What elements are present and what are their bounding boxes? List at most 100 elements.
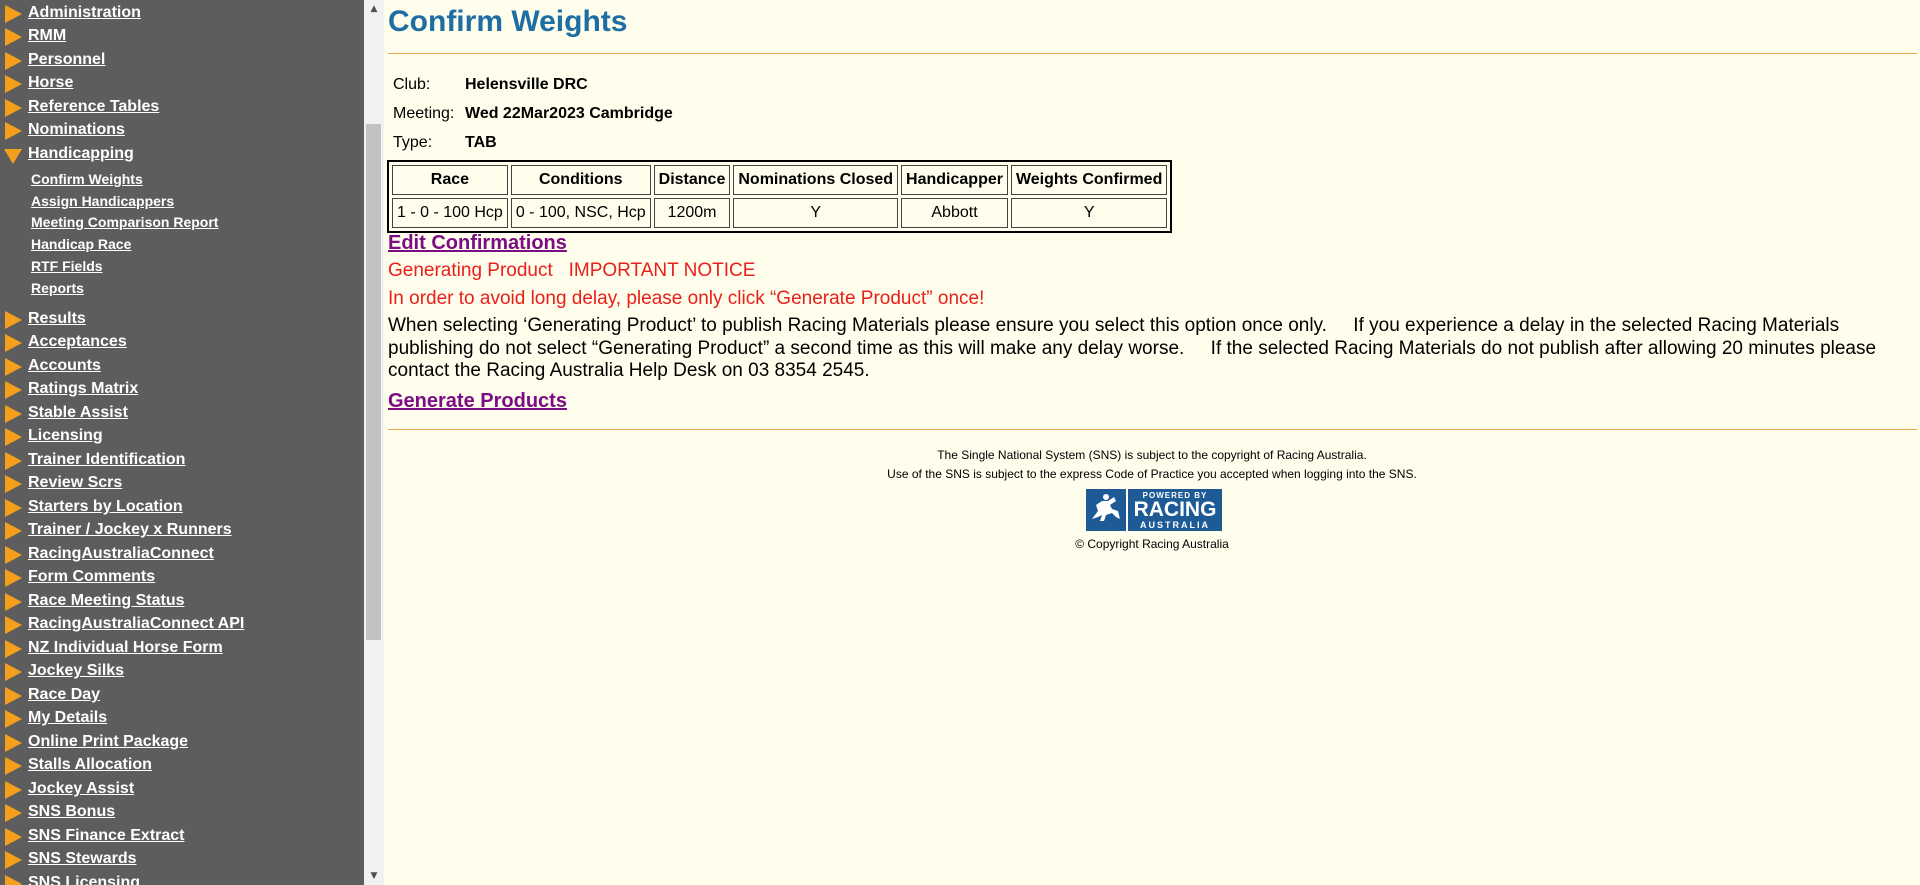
sidebar-item-label[interactable]: My Details [28, 709, 107, 727]
sidebar-item-label[interactable]: Jockey Silks [28, 662, 124, 680]
sidebar-item-label[interactable]: Trainer / Jockey x Runners [28, 521, 232, 539]
notice-warning: In order to avoid long delay, please onl… [388, 288, 985, 309]
table-cell: 1200m [653, 198, 731, 228]
logo-racing: RACING [1133, 498, 1217, 521]
main-content: Confirm Weights Club: Helensville DRC Me… [384, 0, 1920, 885]
triangle-right-icon [5, 875, 22, 885]
sidebar-item-label[interactable]: Accounts [28, 357, 101, 375]
type-value: TAB [465, 134, 497, 151]
table-cell: 1 - 0 - 100 Hcp [392, 198, 508, 228]
triangle-right-icon [5, 334, 22, 352]
triangle-right-icon [5, 569, 22, 587]
triangle-right-icon [5, 522, 22, 540]
column-header: Handicapper [901, 165, 1008, 195]
edit-confirmations-link[interactable]: Edit Confirmations [388, 232, 567, 255]
footer-copyright: © Copyright Racing Australia [1075, 537, 1229, 551]
triangle-right-icon [5, 452, 22, 470]
sidebar-item-label[interactable]: Personnel [28, 51, 105, 69]
sidebar-item-label[interactable]: Jockey Assist [28, 780, 134, 798]
sidebar-item-label[interactable]: NZ Individual Horse Form [28, 639, 223, 657]
triangle-right-icon [5, 687, 22, 705]
sidebar-nav: Administration RMM Personnel Horse Reference… [0, 0, 364, 885]
triangle-right-icon [5, 381, 22, 399]
club-value: Helensville DRC [465, 76, 588, 93]
triangle-right-icon [5, 428, 22, 446]
triangle-right-icon [5, 475, 22, 493]
sidebar-subitem-confirm-weights[interactable]: Confirm Weights [31, 171, 143, 187]
sidebar-item-label[interactable]: Trainer Identification [28, 451, 185, 469]
sidebar-item-label[interactable]: Results [28, 310, 86, 328]
sidebar-item-label[interactable]: SNS Licensing [28, 874, 140, 885]
sidebar-item-label[interactable]: Review Scrs [28, 474, 122, 492]
triangle-right-icon [5, 546, 22, 564]
triangle-right-icon [5, 616, 22, 634]
triangle-right-icon [5, 75, 22, 93]
sidebar-item-label[interactable]: Online Print Package [28, 733, 188, 751]
triangle-right-icon [5, 311, 22, 329]
footer-code-of-practice: Use of the SNS is subject to the express… [887, 467, 1417, 481]
scroll-up-icon[interactable]: ▲ [364, 2, 384, 16]
generate-products-link[interactable]: Generate Products [388, 390, 567, 413]
sidebar-item-label[interactable]: Handicapping [28, 145, 134, 163]
scroll-down-icon[interactable]: ▼ [364, 869, 384, 883]
sidebar-item-label[interactable]: SNS Finance Extract [28, 827, 185, 845]
triangle-right-icon [5, 593, 22, 611]
meeting-value: Wed 22Mar2023 Cambridge [465, 105, 673, 122]
triangle-right-icon [5, 828, 22, 846]
sidebar-item-label[interactable]: RacingAustraliaConnect [28, 545, 214, 563]
triangle-right-icon [5, 5, 22, 23]
type-label: Type: [393, 134, 433, 151]
sidebar-item-label[interactable]: Race Meeting Status [28, 592, 184, 610]
sidebar-item-label[interactable]: Horse [28, 74, 73, 92]
column-header: Conditions [510, 165, 651, 195]
table-row: 1 - 0 - 100 Hcp 0 - 100, NSC, Hcp 1200m Y Ab… [392, 198, 1168, 228]
racing-australia-logo: POWERED BY RACING AUSTRALIA [1086, 489, 1222, 531]
sidebar-subitem-reports[interactable]: Reports [31, 280, 84, 296]
sidebar-subitem-meeting-comparison-report[interactable]: Meeting Comparison Report [31, 214, 218, 230]
table-cell: Y [1010, 198, 1168, 228]
footer-copyright-notice: The Single National System (SNS) is subj… [937, 448, 1367, 462]
sidebar-item-label[interactable]: Acceptances [28, 333, 127, 351]
sidebar-item-label[interactable]: SNS Bonus [28, 803, 115, 821]
sidebar-item-label[interactable]: RacingAustraliaConnect API [28, 615, 244, 633]
triangle-right-icon [5, 734, 22, 752]
races-table: Race Conditions Distance Nominations Closed… [387, 160, 1173, 233]
sidebar-item-label[interactable]: Stalls Allocation [28, 756, 152, 774]
sidebar-item-label[interactable]: Starters by Location [28, 498, 183, 516]
sidebar-item-label[interactable]: Form Comments [28, 568, 155, 586]
page-title: Confirm Weights [388, 5, 628, 38]
sidebar-item-label[interactable]: Reference Tables [28, 98, 159, 116]
triangle-right-icon [5, 499, 22, 517]
sidebar-subitem-handicap-race[interactable]: Handicap Race [31, 236, 131, 252]
triangle-right-icon [5, 358, 22, 376]
scrollbar-thumb[interactable] [366, 124, 381, 640]
column-header: Race [392, 165, 508, 195]
triangle-right-icon [5, 28, 22, 46]
meeting-label: Meeting: [393, 105, 455, 122]
triangle-right-icon [5, 851, 22, 869]
sidebar-item-label[interactable]: RMM [28, 27, 66, 45]
triangle-right-icon [5, 757, 22, 775]
sidebar-item-label[interactable]: Stable Assist [28, 404, 128, 422]
triangle-right-icon [5, 804, 22, 822]
logo-australia: AUSTRALIA [1140, 520, 1210, 530]
triangle-right-icon [5, 405, 22, 423]
sidebar-subitem-assign-handicappers[interactable]: Assign Handicappers [31, 193, 174, 209]
sidebar-item-label[interactable]: Race Day [28, 686, 100, 704]
triangle-right-icon [5, 99, 22, 117]
column-header: Distance [653, 165, 731, 195]
triangle-right-icon [5, 640, 22, 658]
sidebar-item-label[interactable]: Nominations [28, 121, 125, 139]
sidebar-subitem-rtf-fields[interactable]: RTF Fields [31, 258, 103, 274]
sidebar-scrollbar[interactable]: ▲ ▼ [364, 0, 384, 885]
sidebar-item-label[interactable]: Administration [28, 4, 141, 22]
club-label: Club: [393, 76, 431, 93]
sidebar-item-label[interactable]: SNS Stewards [28, 850, 136, 868]
triangle-right-icon [5, 663, 22, 681]
sidebar-item-label[interactable]: Licensing [28, 427, 103, 445]
sidebar-item-label[interactable]: Ratings Matrix [28, 380, 138, 398]
notice-heading: Generating Product IMPORTANT NOTICE [388, 260, 756, 281]
table-cell: Abbott [901, 198, 1008, 228]
table-cell: Y [733, 198, 899, 228]
triangle-right-icon [5, 52, 22, 70]
